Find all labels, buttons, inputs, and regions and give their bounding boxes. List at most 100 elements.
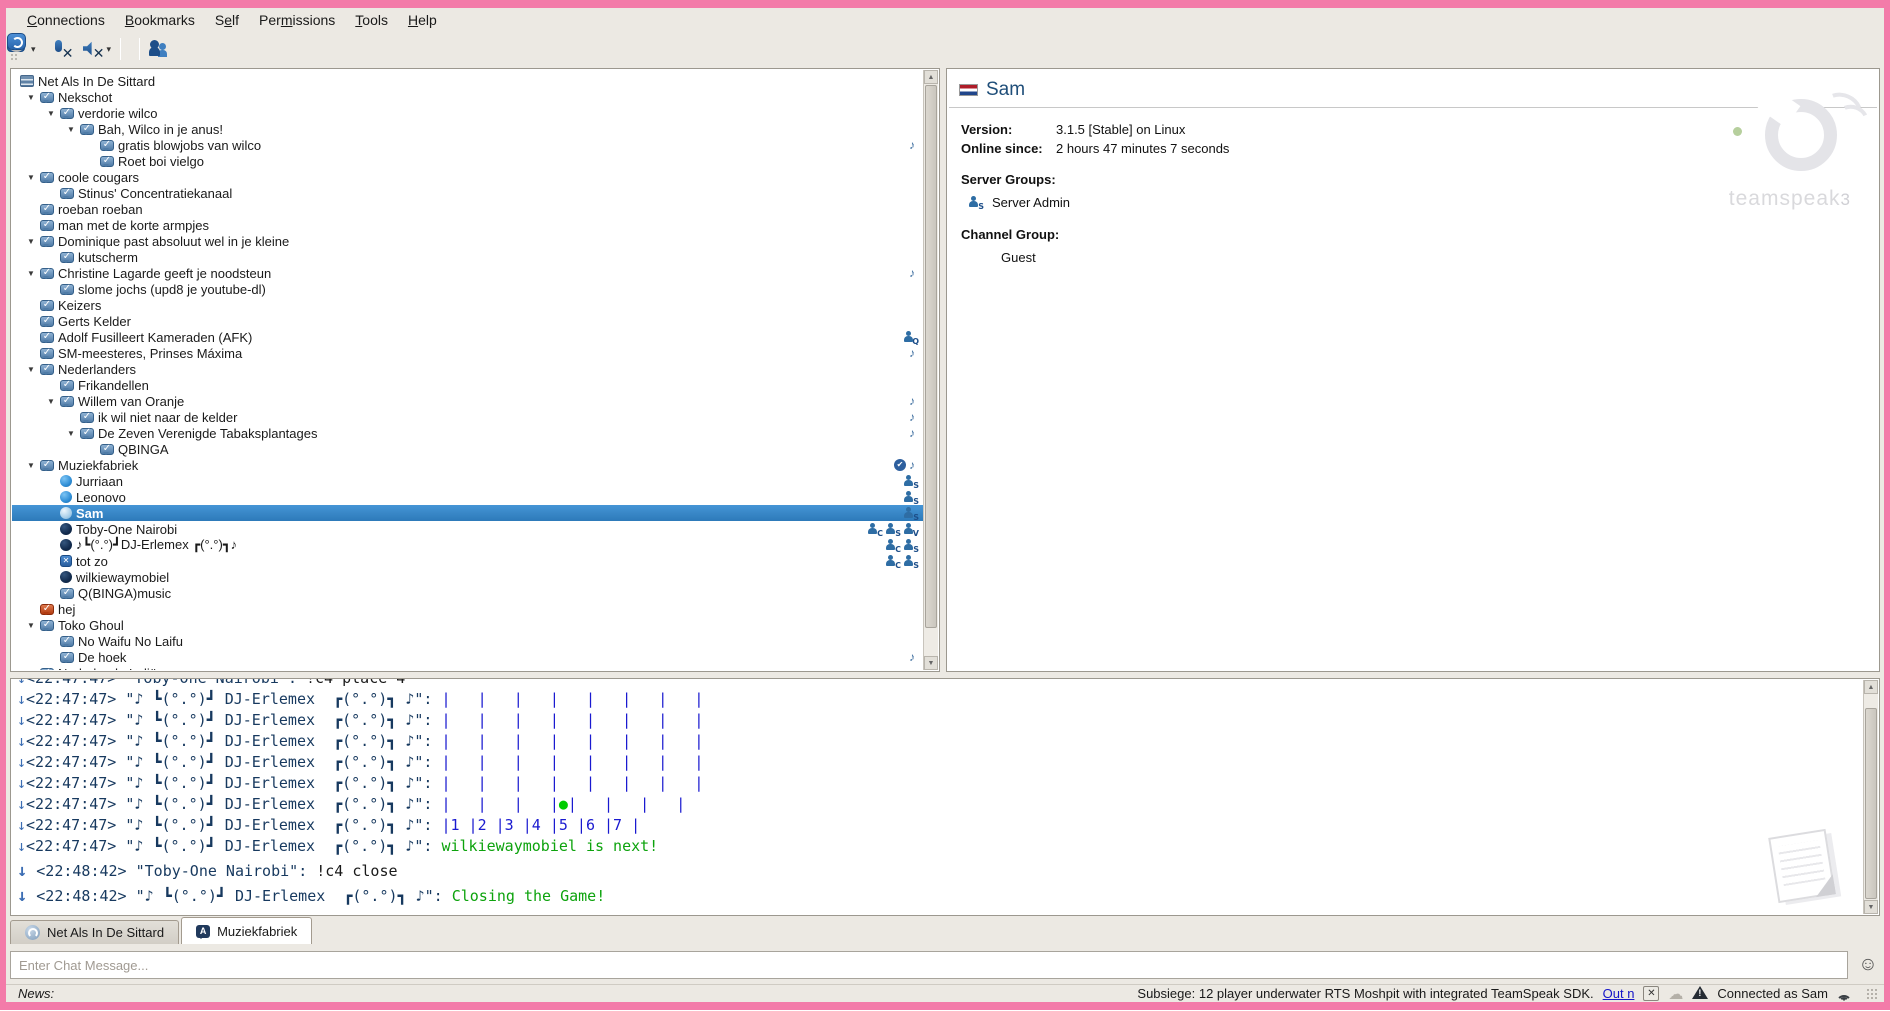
expander-arrow-icon[interactable]: ▼ [67,429,80,438]
tree-row-label: Q(BINGA)music [78,586,171,601]
user-info-panel: teamspeak3 Sam Version: 3.1.5 [Stable] o… [946,68,1880,672]
tree-row[interactable]: Gerts Kelder [12,313,923,329]
tree-row[interactable]: Frikandellen [12,377,923,393]
tree-row[interactable]: Stinus' Concentratiekanaal [12,185,923,201]
chat-scrollbar[interactable]: ▲ ▼ [1863,680,1878,914]
expander-arrow-icon[interactable]: ▼ [27,93,40,102]
channel-icon [80,412,94,423]
tree-row[interactable]: slome jochs (upd8 je youtube-dl) [12,281,923,297]
tree-row[interactable]: JurriaanS [12,473,923,489]
tree-scrollbar-thumb[interactable] [925,85,937,628]
scroll-down-arrow-icon[interactable]: ▼ [1864,900,1878,914]
tree-row[interactable]: ▼coole cougars [12,169,923,185]
channel-icon [80,428,94,439]
expander-arrow-icon[interactable]: ▼ [27,621,40,630]
chevron-down-icon[interactable]: ▾ [107,44,112,55]
status-disabled-button[interactable] [40,35,48,63]
tree-row[interactable]: ▼verdorie wilco [12,105,923,121]
channel-icon [40,620,54,631]
chat-message-input[interactable] [10,951,1848,979]
tree-row-selected[interactable]: SamS [12,505,923,521]
expander-arrow-icon[interactable]: ▼ [67,125,80,134]
chevron-down-icon[interactable]: ▾ [31,44,36,55]
music-note-icon: ♪ [909,395,919,407]
expander-arrow-icon[interactable]: ▼ [27,461,40,470]
tree-row[interactable]: ▼Bah, Wilco in je anus! [12,121,923,137]
expander-arrow-icon[interactable]: ▼ [27,173,40,182]
away-status-icon [60,555,72,567]
expander-arrow-icon[interactable]: ▼ [47,397,60,406]
expander-arrow-icon[interactable]: ▼ [47,109,60,118]
mute-speakers-button[interactable]: ▾ [78,35,116,63]
scroll-up-arrow-icon[interactable]: ▲ [1864,680,1878,694]
menu-permissions[interactable]: Permissions [250,9,344,31]
expander-arrow-icon[interactable]: ▼ [27,237,40,246]
tree-row[interactable]: gratis blowjobs van wilco♪ [12,137,923,153]
server-tree-panel: Net Als In De Sittard▼Nekschot▼verdorie … [10,68,940,672]
tree-row[interactable]: ▼Dominique past absoluut wel in je klein… [12,233,923,249]
tree-row[interactable]: kutscherm [12,249,923,265]
chat-line: ↓<22:47:47> "♪ ┗(°.°)┛ DJ-Erlemex ┏(°.°)… [17,731,1863,752]
tree-row[interactable]: SM-meesteres, Prinses Máxima♪ [12,345,923,361]
tree-row[interactable]: ▼Toko Ghoul [12,617,923,633]
tree-row[interactable]: tot zoCS [12,553,923,569]
tree-row[interactable]: man met de korte armpjes [12,217,923,233]
tree-row[interactable]: Net Als In De Sittard [12,73,923,89]
tree-row[interactable]: ▼Christine Lagarde geeft je noodsteun♪ [12,265,923,281]
channel-icon [60,108,74,119]
scroll-up-arrow-icon[interactable]: ▲ [924,70,938,84]
tree-row[interactable]: No Waifu No Laifu [12,633,923,649]
close-news-button[interactable]: ✕ [1643,986,1659,1001]
tree-row[interactable]: Toby-One NairobiCSV [12,521,923,537]
menu-help[interactable]: Help [399,9,446,31]
tree-row[interactable]: ▼Nederlands-Indië [12,665,923,670]
tree-row-label: No Waifu No Laifu [78,634,183,649]
tree-scrollbar[interactable]: ▲ ▼ [923,70,938,670]
tree-row[interactable]: ♪┗(°.°)┛DJ-Erlemex ┏(°.°)┓♪CS [12,537,923,553]
tab-label: Muziekfabriek [217,924,297,939]
resize-grip[interactable] [1866,988,1878,1000]
tree-row[interactable]: Adolf Fusilleert Kameraden (AFK)Q [12,329,923,345]
tree-row[interactable]: LeonovoS [12,489,923,505]
expander-arrow-icon[interactable]: ▼ [27,365,40,374]
chat-line: ↓<22:47:47> "♪ ┗(°.°)┛ DJ-Erlemex ┏(°.°)… [17,710,1863,731]
expander-arrow-icon[interactable]: ▼ [27,669,40,671]
tree-row-label: De Zeven Verenigde Tabaksplantages [98,426,317,441]
tree-row[interactable]: ▼Muziekfabriek♪ [12,457,923,473]
menu-self[interactable]: Self [206,9,248,31]
menu-connections[interactable]: Connections [18,9,114,31]
tab-net-als-in-de-sittard[interactable]: Net Als In De Sittard [10,920,179,944]
scroll-down-arrow-icon[interactable]: ▼ [924,656,938,670]
tree-row[interactable]: Roet boi vielgo [12,153,923,169]
expander-arrow-icon[interactable]: ▼ [27,269,40,278]
contacts-button[interactable] [145,35,175,63]
menu-tools[interactable]: Tools [346,9,397,31]
tree-row[interactable]: ▼De Zeven Verenigde Tabaksplantages♪ [12,425,923,441]
tree-row[interactable]: ▼ Willem van Oranje ♪ [12,393,923,409]
tree-row[interactable]: De hoek♪ [12,649,923,665]
tree-row[interactable]: ik wil niet naar de kelder♪ [12,409,923,425]
menu-bookmarks[interactable]: Bookmarks [116,9,204,31]
chat-bubble-button[interactable] [126,35,134,63]
chat-scrollbar-thumb[interactable] [1865,708,1877,899]
tree-row-label: Leonovo [76,490,126,505]
tree-row[interactable]: ▼Nekschot [12,89,923,105]
tree-row[interactable]: QBINGA [12,441,923,457]
emoticon-picker-icon[interactable]: ☺ [1856,954,1880,976]
tree-row[interactable]: roeban roeban [12,201,923,217]
away-button[interactable]: ▾ [24,35,40,63]
tree-row[interactable]: Q(BINGA)music [12,585,923,601]
client-silent-icon [60,571,72,583]
warning-icon[interactable] [1692,986,1708,999]
tree-row-label: Willem van Oranje [78,394,184,409]
mute-microphone-button[interactable] [48,35,78,63]
tab-muziekfabriek[interactable]: Muziekfabriek [181,917,312,944]
tree-row[interactable]: Keizers [12,297,923,313]
tree-row[interactable]: ▼Nederlanders [12,361,923,377]
channel-icon [40,348,54,359]
tree-row[interactable]: wilkiewaymobiel [12,569,923,585]
tree-row[interactable]: hej [12,601,923,617]
chat-line: ↓ <22:48:42> "♪ ┗(°.°)┛ DJ-Erlemex ┏(°.°… [17,886,1863,907]
tree-row-label: ik wil niet naar de kelder [98,410,237,425]
news-ticker-link[interactable]: Out n [1603,986,1635,1001]
